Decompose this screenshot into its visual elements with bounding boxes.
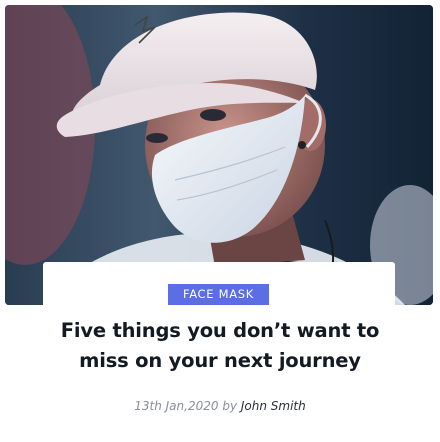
article-photo[interactable] — [5, 5, 433, 305]
article-date: 13th Jan,2020 — [134, 399, 219, 413]
article-card[interactable]: FACE MASK Five things you don’t want to … — [0, 0, 440, 442]
author-link[interactable]: John Smith — [241, 399, 306, 413]
article-title[interactable]: Five things you don’t want to miss on yo… — [44, 316, 396, 376]
photo-person-face-mask-icon — [5, 5, 433, 305]
by-label: by — [222, 399, 238, 413]
category-badge[interactable]: FACE MASK — [168, 284, 269, 305]
article-meta: 13th Jan,2020 by John Smith — [44, 397, 396, 415]
